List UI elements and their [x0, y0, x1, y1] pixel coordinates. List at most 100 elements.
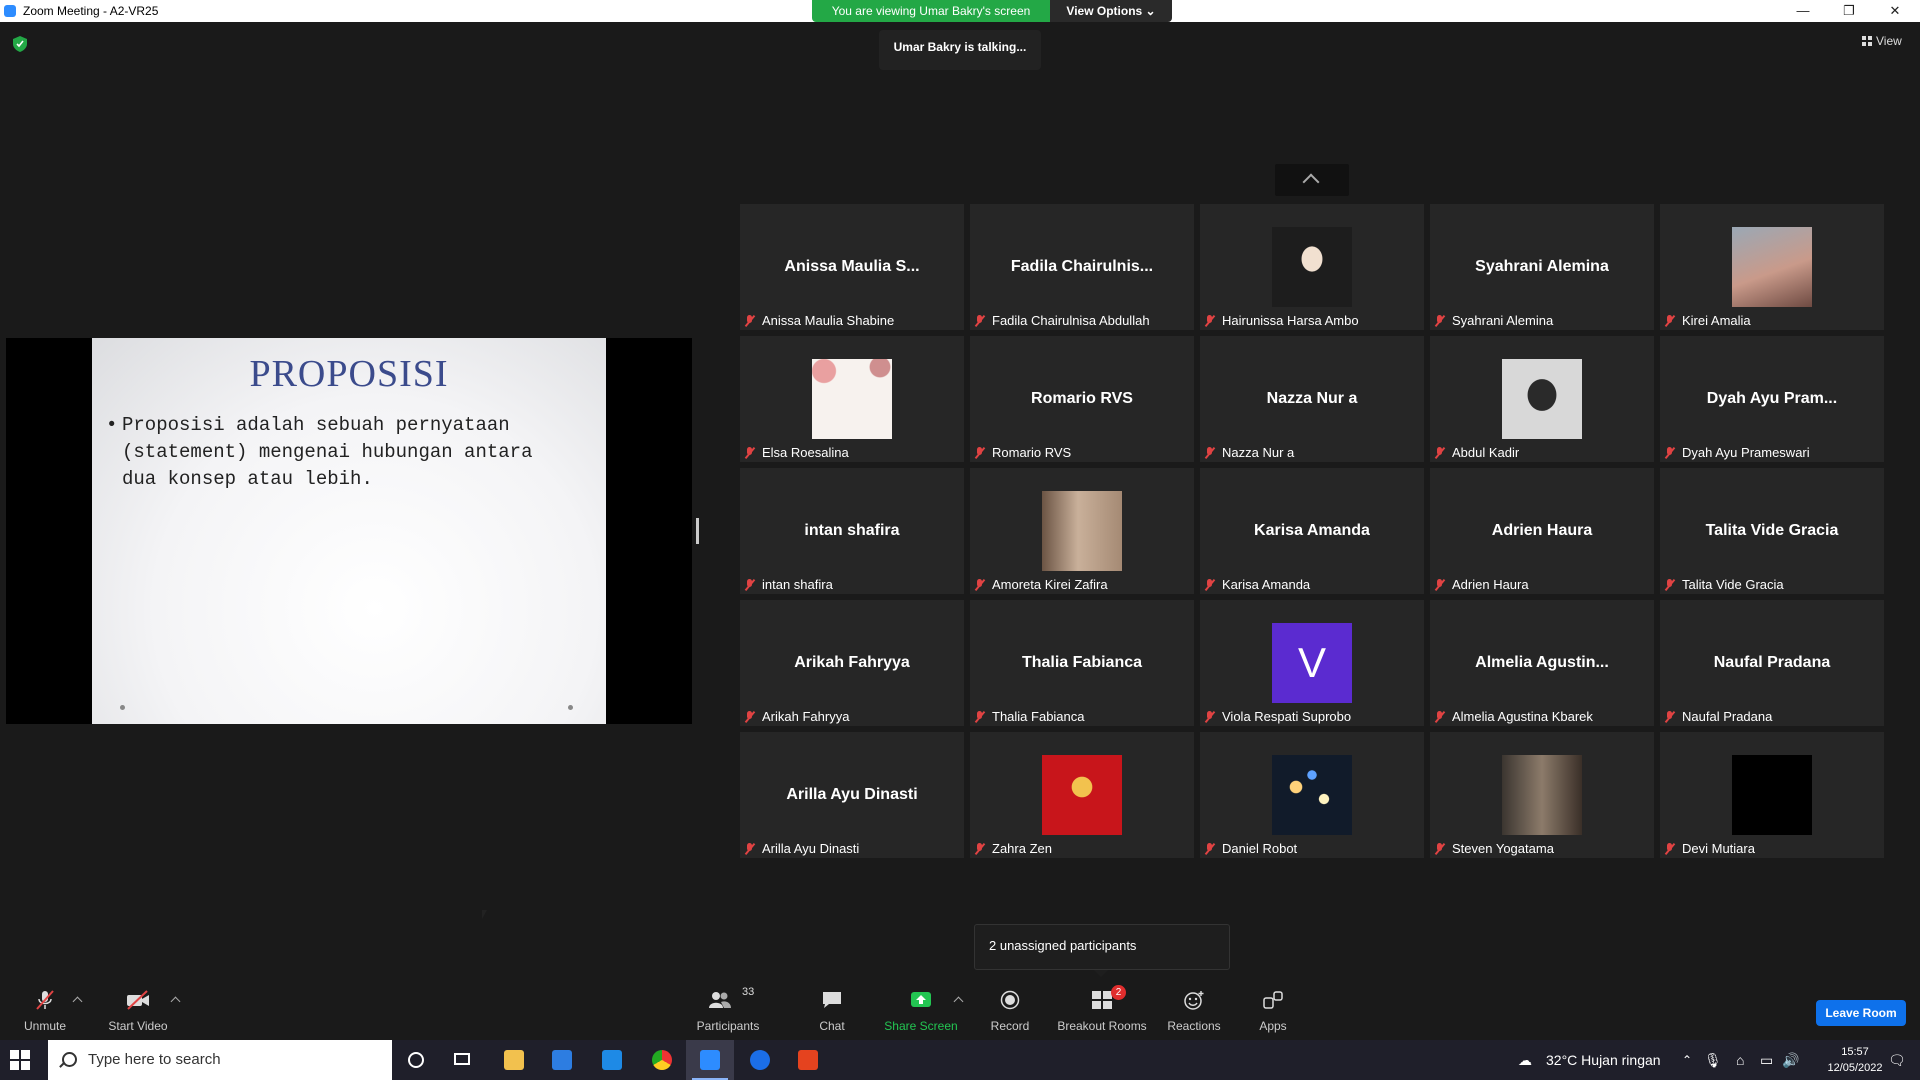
participant-name: Talita Vide Gracia — [1682, 577, 1784, 592]
participant-name: Karisa Amanda — [1222, 577, 1311, 592]
chrome-icon[interactable] — [638, 1040, 686, 1080]
participants-icon — [709, 992, 731, 1008]
participant-tile[interactable]: Adrien Haura Adrien Haura — [1430, 468, 1654, 594]
file-explorer-icon[interactable] — [490, 1040, 538, 1080]
taskbar-clock[interactable]: 15:57 12/05/2022 — [1820, 1044, 1890, 1076]
chat-icon — [823, 992, 841, 1008]
grid-icon — [1862, 36, 1872, 46]
microphone-muted-icon — [1434, 578, 1446, 591]
unmute-button[interactable]: Unmute — [14, 980, 76, 1040]
share-screen-button[interactable]: Share Screen — [884, 980, 958, 1040]
participant-name: Adrien Haura — [1452, 577, 1529, 592]
teamviewer-icon[interactable] — [736, 1040, 784, 1080]
zoom-taskbar-icon[interactable] — [686, 1040, 734, 1080]
record-button[interactable]: Record — [982, 980, 1038, 1040]
view-layout-button[interactable]: View — [1862, 34, 1902, 48]
start-video-button[interactable]: Start Video — [100, 980, 176, 1040]
participant-avatar — [1502, 755, 1582, 835]
minimize-button[interactable]: — — [1780, 0, 1826, 22]
chat-button[interactable]: Chat — [806, 980, 858, 1040]
presentation-slide: PROPOSISI • Proposisi adalah sebuah pern… — [92, 338, 606, 724]
bullet-icon: • — [106, 414, 118, 436]
microphone-muted-icon — [1434, 842, 1446, 855]
windows-start-icon[interactable] — [10, 1050, 30, 1070]
leave-room-button[interactable]: Leave Room — [1816, 1000, 1906, 1026]
participant-tile[interactable]: V Viola Respati Suprobo — [1200, 600, 1424, 726]
microphone-muted-icon — [1204, 842, 1216, 855]
participant-tile[interactable]: Zahra Zen — [970, 732, 1194, 858]
participant-tile[interactable]: Dyah Ayu Pram... Dyah Ayu Prameswari — [1660, 336, 1884, 462]
notifications-icon[interactable]: 🗨 — [1888, 1040, 1906, 1080]
participant-tile[interactable]: Thalia Fabianca Thalia Fabianca — [970, 600, 1194, 726]
office-icon[interactable] — [784, 1040, 832, 1080]
participants-button[interactable]: 33 Participants — [690, 980, 766, 1040]
participant-tile[interactable]: Almelia Agustin... Almelia Agustina Kbare… — [1430, 600, 1654, 726]
windows-taskbar: Type here to search ☁ 32°C Hujan ringan … — [0, 1040, 1920, 1080]
tooltip-arrow — [1094, 970, 1108, 977]
participant-name-label: Talita Vide Gracia — [1664, 577, 1784, 592]
breakout-rooms-button[interactable]: 2 Breakout Rooms — [1056, 980, 1148, 1040]
microphone-tray-icon[interactable]: 🎙 — [1704, 1040, 1722, 1080]
participant-name-label: Daniel Robot — [1204, 841, 1297, 856]
apps-button[interactable]: Apps — [1248, 980, 1298, 1040]
close-button[interactable]: ✕ — [1872, 0, 1918, 22]
participant-tile[interactable]: Elsa Roesalina — [740, 336, 964, 462]
participant-name: intan shafira — [762, 577, 833, 592]
participant-tile[interactable]: Devi Mutiara — [1660, 732, 1884, 858]
record-icon — [1000, 990, 1020, 1010]
maximize-button[interactable]: ❐ — [1826, 0, 1872, 22]
weather-icon[interactable]: ☁ — [1518, 1040, 1532, 1080]
participant-tile[interactable]: Steven Yogatama — [1430, 732, 1654, 858]
participant-name: Devi Mutiara — [1682, 841, 1755, 856]
participant-tile[interactable]: Anissa Maulia S... Anissa Maulia Shabine — [740, 204, 964, 330]
participant-name: Thalia Fabianca — [992, 709, 1085, 724]
view-options-button[interactable]: View Options ⌄ — [1050, 0, 1172, 22]
microphone-muted-icon — [1664, 446, 1676, 459]
unassigned-participants-tooltip[interactable]: 2 unassigned participants — [974, 924, 1230, 970]
weather-text[interactable]: 32°C Hujan ringan — [1546, 1040, 1661, 1080]
participant-tile[interactable]: Romario RVS Romario RVS — [970, 336, 1194, 462]
reactions-button[interactable]: Reactions — [1164, 980, 1224, 1040]
participant-tile[interactable]: Kirei Amalia — [1660, 204, 1884, 330]
cortana-icon[interactable] — [392, 1040, 440, 1080]
slide-line: Proposisi adalah sebuah pernyataan — [122, 414, 510, 436]
participant-tile[interactable]: Arilla Ayu Dinasti Arilla Ayu Dinasti — [740, 732, 964, 858]
participant-display-name: Arilla Ayu Dinasti — [786, 786, 918, 803]
participant-tile[interactable]: Arikah Fahryya Arikah Fahryya — [740, 600, 964, 726]
participant-display-name: intan shafira — [804, 522, 900, 539]
participant-tile[interactable]: Syahrani Alemina Syahrani Alemina — [1430, 204, 1654, 330]
participant-tile[interactable]: Fadila Chairulnis... Fadila Chairulnisa A… — [970, 204, 1194, 330]
participant-avatar — [1272, 227, 1352, 307]
participant-name-label: Kirei Amalia — [1664, 313, 1751, 328]
participant-tile[interactable]: Karisa Amanda Karisa Amanda — [1200, 468, 1424, 594]
shield-icon[interactable] — [13, 36, 27, 52]
avatar-letter: V — [1297, 639, 1326, 686]
participant-tile[interactable]: Daniel Robot — [1200, 732, 1424, 858]
task-view-icon[interactable] — [440, 1040, 488, 1080]
monitor-icon[interactable]: ▭ — [1760, 1040, 1773, 1080]
participant-avatar: V — [1272, 623, 1352, 703]
split-divider-handle[interactable] — [696, 518, 699, 544]
participant-tile[interactable]: Talita Vide Gracia Talita Vide Gracia — [1660, 468, 1884, 594]
participant-tile[interactable]: Amoreta Kirei Zafira — [970, 468, 1194, 594]
breakout-rooms-badge: 2 — [1111, 985, 1126, 1000]
microphone-muted-icon — [1434, 314, 1446, 327]
participant-display-name: Nazza Nur a — [1266, 390, 1358, 407]
participant-tile[interactable]: intan shafira intan shafira — [740, 468, 964, 594]
shared-screen[interactable]: PROPOSISI • Proposisi adalah sebuah pern… — [6, 338, 692, 919]
microphone-muted-icon — [974, 710, 986, 723]
participant-tile[interactable]: Nazza Nur a Nazza Nur a — [1200, 336, 1424, 462]
participant-name: Fadila Chairulnisa Abdullah — [992, 313, 1150, 328]
taskbar-search-input[interactable]: Type here to search — [48, 1040, 392, 1080]
participant-display-name: Thalia Fabianca — [1021, 654, 1143, 671]
mail-icon[interactable] — [588, 1040, 636, 1080]
participant-tile[interactable]: Abdul Kadir — [1430, 336, 1654, 462]
volume-icon[interactable]: 🔊 — [1782, 1040, 1799, 1080]
network-icon[interactable]: ⌂ — [1736, 1040, 1744, 1080]
scroll-up-button[interactable] — [1275, 164, 1349, 196]
tray-chevron-icon[interactable]: ⌃ — [1682, 1040, 1692, 1080]
participant-tile[interactable]: Hairunissa Harsa Ambo — [1200, 204, 1424, 330]
participant-name: Arikah Fahryya — [762, 709, 850, 724]
store-icon[interactable] — [538, 1040, 586, 1080]
participant-tile[interactable]: Naufal Pradana Naufal Pradana — [1660, 600, 1884, 726]
